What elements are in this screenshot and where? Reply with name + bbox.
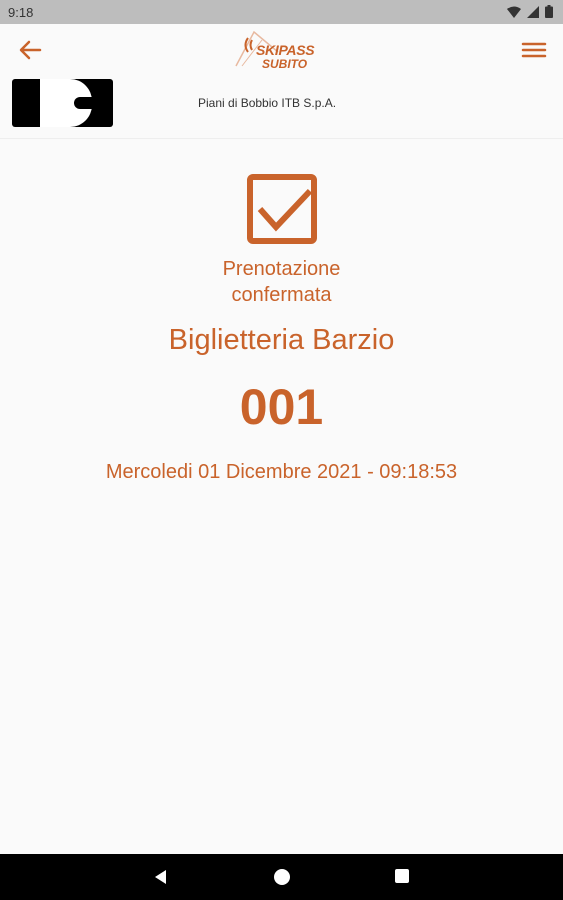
battery-icon	[545, 5, 553, 18]
logo-text-skipass: SKIPASS	[256, 42, 315, 58]
booking-datetime: Mercoledi 01 Dicembre 2021 - 09:18:53	[105, 461, 458, 483]
app-header: SKIPASS SUBITO Piani di Bobbio ITB S.p.A…	[0, 24, 563, 139]
status-icons	[507, 5, 553, 18]
ticket-office-name: Biglietteria Barzio	[168, 324, 395, 356]
wifi-icon	[507, 6, 521, 18]
hamburger-menu-icon[interactable]	[519, 38, 549, 62]
nav-home-icon[interactable]	[274, 869, 290, 885]
confirmation-label: Prenotazione confermata	[0, 256, 563, 308]
skipass-logo: SKIPASS SUBITO	[232, 26, 332, 74]
nav-recents-icon[interactable]	[395, 869, 409, 883]
system-nav-bar	[0, 854, 563, 900]
company-logo-image	[12, 79, 113, 127]
signal-icon	[527, 5, 539, 18]
status-bar: 9:18	[0, 0, 563, 24]
confirmation-label-line2: confermata	[231, 284, 332, 306]
company-name: Piani di Bobbio ITB S.p.A.	[198, 96, 337, 110]
checkbox-checked-icon	[247, 174, 317, 244]
booking-number: 001	[239, 379, 324, 435]
back-arrow-icon[interactable]	[16, 38, 46, 62]
status-time: 9:18	[8, 5, 34, 20]
logo-text-subito: SUBITO	[262, 57, 308, 71]
nav-back-icon[interactable]	[152, 868, 170, 886]
confirmation-label-line1: Prenotazione	[222, 258, 341, 280]
